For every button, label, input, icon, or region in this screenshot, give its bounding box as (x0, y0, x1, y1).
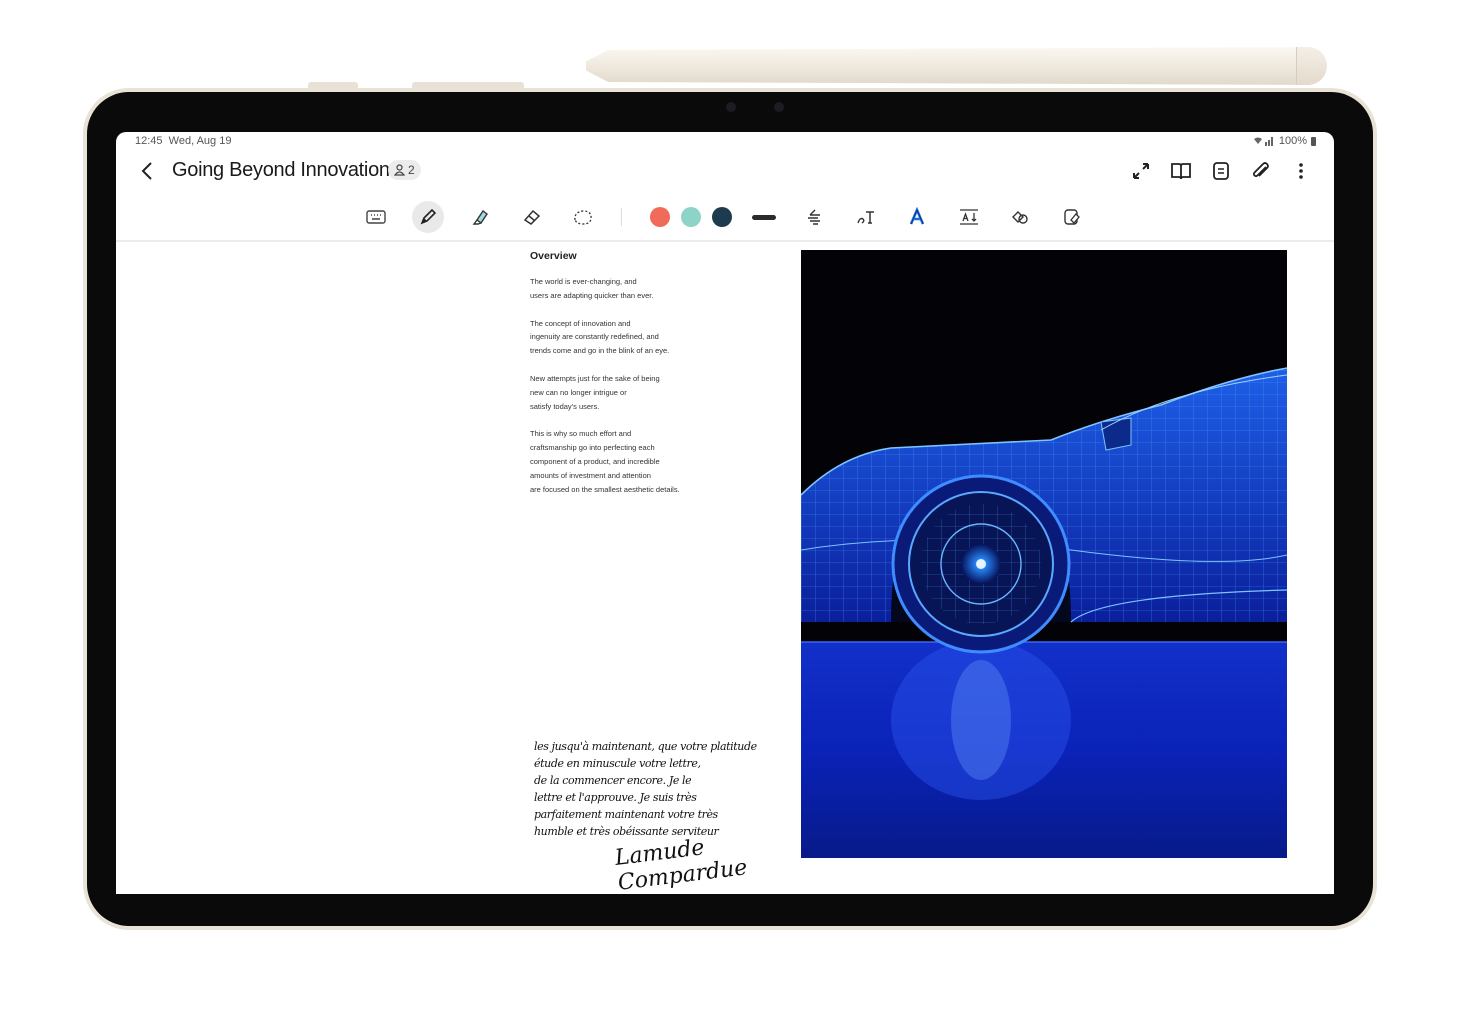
more-icon (1299, 163, 1303, 179)
pen-icon (420, 208, 437, 225)
sensor (774, 102, 784, 112)
book-view-button[interactable] (1168, 158, 1194, 184)
document-text: Overview The world is ever-changing, and… (530, 250, 720, 510)
text-style-icon (808, 209, 820, 225)
text-line: New attempts just for the sake of being (530, 373, 660, 383)
chevron-left-icon (141, 162, 152, 180)
fill-icon (1064, 209, 1080, 225)
keyboard-tool[interactable] (360, 201, 392, 233)
handwriting-line: parfaitement maintenant votre très (534, 808, 718, 821)
handwriting-line: étude en minuscule votre lettre, (534, 757, 701, 770)
text-line: The concept of innovation and (530, 318, 631, 328)
note-title: Going Beyond Innovation (172, 159, 390, 181)
paragraph: The concept of innovation and ingenuity … (530, 317, 720, 358)
status-right: 100% (1253, 135, 1316, 147)
title-actions (1128, 158, 1314, 184)
s-pen-cap (1296, 47, 1327, 85)
document-heading: Overview (530, 250, 577, 262)
paragraph: New attempts just for the sake of being … (530, 372, 720, 413)
text-line: component of a product, and incredible (530, 456, 660, 466)
eraser-icon (523, 209, 541, 225)
text-line: craftsmanship go into perfecting each (530, 443, 655, 453)
color-swatch-navy[interactable] (712, 207, 732, 227)
back-button[interactable] (136, 156, 160, 186)
status-bar: 12:45 Wed, Aug 19 100% (116, 132, 1334, 154)
fill-tool[interactable] (1056, 201, 1088, 233)
handwriting-line: les jusqu'à maintenant, que votre platit… (534, 740, 757, 753)
car-illustration (801, 250, 1287, 858)
text-line: are focused on the smallest aesthetic de… (530, 484, 680, 494)
handwritten-note: les jusqu'à maintenant, que votre platit… (534, 738, 780, 894)
book-view-icon (1171, 163, 1191, 180)
text-line: The world is ever-changing, and (530, 277, 637, 286)
color-swatch-mint[interactable] (681, 207, 701, 227)
page-icon (1213, 162, 1229, 180)
page-button[interactable] (1208, 158, 1234, 184)
highlighter-icon (472, 209, 488, 225)
text-size-tool[interactable] (953, 201, 985, 233)
text-size-icon (960, 209, 978, 225)
resize-icon (1133, 163, 1149, 179)
battery-icon (1311, 136, 1316, 146)
attach-button[interactable] (1248, 158, 1274, 184)
front-camera (726, 102, 736, 112)
lasso-tool[interactable] (567, 201, 599, 233)
lasso-icon (574, 210, 592, 225)
text-line: trends come and go in the blink of an ey… (530, 346, 670, 356)
text-style-tool[interactable] (798, 201, 830, 233)
text-color-icon (909, 207, 925, 225)
eraser-tool[interactable] (516, 201, 548, 233)
pen-tool[interactable] (412, 201, 444, 233)
handwriting-to-text-icon (857, 211, 874, 224)
status-time: 12:45 Wed, Aug 19 (135, 135, 231, 147)
paragraph: The world is ever-changing, and users ar… (530, 275, 720, 303)
battery-text: 100% (1278, 135, 1307, 147)
text-line: This is why so much effort and (530, 429, 632, 439)
person-icon (394, 164, 405, 176)
clock-text: 12:45 (135, 135, 163, 147)
text-line: satisfy today's users. (530, 401, 600, 411)
date-text: Wed, Aug 19 (168, 135, 232, 147)
more-options-button[interactable] (1288, 158, 1314, 184)
text-color-tool[interactable] (901, 201, 933, 233)
shape-icon (1012, 211, 1028, 224)
collaborators-badge[interactable]: 2 (388, 160, 421, 180)
pen-thickness-button[interactable] (752, 215, 776, 220)
shape-tool[interactable] (1004, 201, 1036, 233)
drawing-toolbar (116, 194, 1334, 242)
signal-icon (1253, 137, 1273, 146)
toolbar-separator (621, 208, 622, 226)
highlighter-tool[interactable] (464, 201, 496, 233)
title-bar: Going Beyond Innovation 2 (116, 154, 1334, 194)
attach-icon (1252, 162, 1269, 178)
screen: 12:45 Wed, Aug 19 100% Going Beyond Inno… (116, 132, 1334, 894)
text-line: users are adapting quicker than ever. (530, 290, 654, 300)
paragraph: This is why so much effort and craftsman… (530, 427, 720, 496)
text-line: new can no longer intrigue or (530, 387, 627, 397)
text-line: amounts of investment and attention (530, 470, 651, 480)
collaborator-count: 2 (408, 163, 415, 177)
resize-button[interactable] (1128, 158, 1154, 184)
car-wireframe-image[interactable] (801, 250, 1287, 858)
text-line: ingenuity are constantly redefined, and (530, 332, 659, 342)
handwriting-line: de la commencer encore. Je le (534, 774, 692, 787)
keyboard-icon (366, 210, 386, 224)
handwriting-line: lettre et l'approuve. Je suis très (534, 791, 697, 804)
handwriting-to-text-tool[interactable] (850, 201, 882, 233)
color-swatch-coral[interactable] (650, 207, 670, 227)
s-pen (586, 47, 1326, 85)
